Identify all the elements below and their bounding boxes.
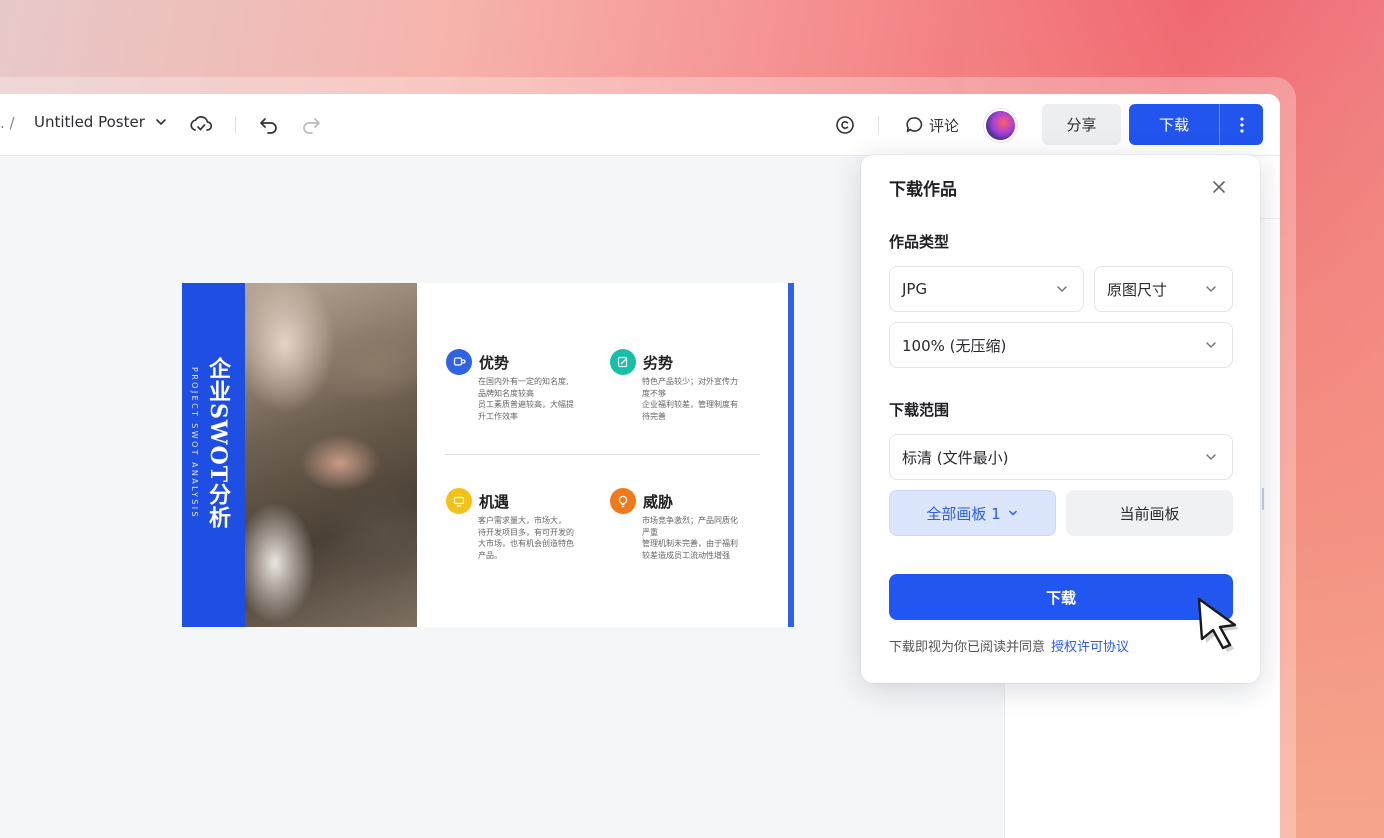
poster-side-band: 企业SWOT分析 PROJECT SWOT ANALYSIS [182,283,245,627]
poster-team-photo [245,283,417,627]
quadrant-desc: 客户需求量大，市场大， 待开发项目多，有可开发的 大市场，也有机会创造特色 产品… [478,516,574,560]
comment-label: 评论 [929,116,960,135]
popover-title: 下载作品 [889,180,957,200]
chevron-down-icon [156,119,166,126]
cup-icon [446,349,472,375]
resolution-select[interactable]: 标清 (文件最小) [889,434,1233,480]
screen-icon [446,488,472,514]
format-select[interactable]: JPG [889,266,1084,312]
chevron-down-icon [1008,510,1017,516]
swot-weaknesses: 劣势 特色产品较少；对外宣传力 度不够 企业福利较差，管理制度有 待完善 [610,349,760,422]
chevron-down-icon [1057,286,1067,293]
swot-threats: 威胁 市场竞争激烈；产品同质化 严重 管理机制未完善，由于福利 较差造成员工流动… [610,488,760,561]
quadrant-desc: 市场竞争激烈；产品同质化 严重 管理机制未完善，由于福利 较差造成员工流动性增强 [642,516,738,560]
type-section-label: 作品类型 [889,233,950,251]
size-select[interactable]: 原图尺寸 [1094,266,1233,312]
current-page-button[interactable]: 当前画板 [1066,490,1233,536]
share-button[interactable]: 分享 [1042,104,1121,145]
download-split-button: 下载 [1129,104,1263,145]
more-options-icon[interactable] [1220,104,1263,145]
panel-scroll-indicator [1262,488,1264,510]
redo-icon[interactable] [296,110,326,140]
swot-opportunities: 机遇 客户需求量大，市场大， 待开发项目多，有可开发的 大市场，也有机会创造特色… [446,488,596,561]
terms-notice: 下载即视为你已阅读并同意 授权许可协议 [889,636,1129,655]
resolution-value: 标清 (文件最小) [902,448,1009,467]
quadrant-title: 优势 [479,353,510,372]
poster-divider [445,454,760,455]
download-button[interactable]: 下载 [1129,104,1219,145]
format-value: JPG [902,280,928,298]
chevron-down-icon [1206,342,1216,349]
chevron-down-icon [1206,454,1216,461]
size-value: 原图尺寸 [1107,280,1168,299]
toolbar-divider [235,116,236,134]
license-link[interactable]: 授权许可协议 [1051,636,1129,655]
comment-button[interactable]: 评论 [905,111,959,139]
quality-value: 100% (无压缩) [902,336,1007,355]
copyright-icon[interactable] [830,110,860,140]
terms-text: 下载即视为你已阅读并同意 [889,640,1046,655]
top-toolbar: . / Untitled Poster 评论 分享 下载 [0,94,1280,156]
close-icon[interactable] [1207,175,1231,199]
edit-icon [610,349,636,375]
confirm-download-button[interactable]: 下载 [889,574,1233,620]
breadcrumb[interactable]: . / [0,114,15,132]
all-pages-button[interactable]: 全部画板 1 [889,490,1056,536]
document-title: Untitled Poster [34,113,145,131]
quadrant-title: 机遇 [479,492,510,511]
range-section-label: 下载范围 [889,401,950,419]
quadrant-title: 威胁 [643,492,674,511]
swot-strengths: 优势 在国内外有一定的知名度, 品牌知名度较高 员工素质普遍较高，大幅提 升工作… [446,349,596,422]
quadrant-desc: 特色产品较少；对外宣传力 度不够 企业福利较差，管理制度有 待完善 [642,377,738,421]
comment-icon [906,117,923,133]
all-pages-label: 全部画板 1 [926,504,1001,523]
quality-select[interactable]: 100% (无压缩) [889,322,1233,368]
toolbar-divider [878,116,879,134]
poster-title: 企业SWOT分析 [205,357,231,530]
document-title-dropdown[interactable]: Untitled Poster [34,113,167,131]
mouse-pointer-icon [1197,597,1239,652]
poster-subtitle: PROJECT SWOT ANALYSIS [190,367,199,519]
avatar[interactable] [984,109,1017,142]
chevron-down-icon [1206,286,1216,293]
quadrant-desc: 在国内外有一定的知名度, 品牌知名度较高 员工素质普遍较高，大幅提 升工作效率 [478,377,574,421]
poster-accent-bar [788,283,794,627]
quadrant-title: 劣势 [643,353,674,372]
cloud-sync-icon[interactable] [186,110,216,140]
poster-canvas[interactable]: 企业SWOT分析 PROJECT SWOT ANALYSIS 优势 在国内外有一… [182,283,794,627]
undo-icon[interactable] [254,110,284,140]
bulb-icon [610,488,636,514]
